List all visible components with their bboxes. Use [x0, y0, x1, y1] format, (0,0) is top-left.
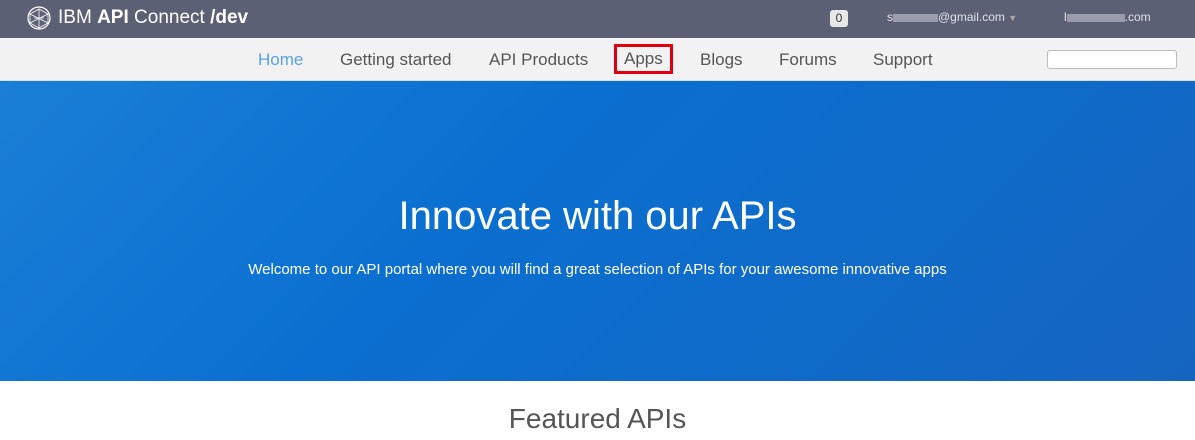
brand-logo[interactable]: IBM API Connect /dev	[26, 5, 248, 31]
caret-down-icon: ▼	[1008, 13, 1018, 23]
featured-apis-heading: Featured APIs	[508, 403, 687, 434]
nav-forums[interactable]: Forums	[779, 50, 837, 70]
nav-apps[interactable]: Apps	[614, 44, 673, 74]
hero-banner: Innovate with our APIs Welcome to our AP…	[0, 81, 1195, 381]
brand-bold: API	[97, 7, 129, 28]
hero-title: Innovate with our APIs	[398, 194, 797, 238]
search-input[interactable]	[1047, 50, 1177, 69]
nav-support[interactable]: Support	[873, 50, 933, 70]
main-nav: Home Getting started API Products Apps B…	[0, 38, 1195, 81]
org-end: .com	[1124, 10, 1151, 24]
redacted	[893, 13, 938, 22]
user-menu[interactable]: s @gmail.com ▼	[887, 10, 1017, 24]
nav-blogs[interactable]: Blogs	[700, 50, 743, 70]
brand-mid: Connect	[128, 7, 205, 28]
ibm-globe-icon	[27, 6, 51, 30]
brand-prefix: IBM	[58, 7, 92, 28]
org-menu[interactable]: l .com	[1064, 10, 1151, 24]
notification-badge[interactable]: 0	[830, 10, 848, 27]
top-bar: IBM API Connect /dev 0 s @gmail.com ▼ l .c…	[0, 0, 1195, 38]
hero-subtitle: Welcome to our API portal where you will…	[248, 261, 947, 278]
redacted	[1066, 13, 1125, 22]
email-end: @gmail.com	[938, 10, 1005, 24]
nav-api-products[interactable]: API Products	[489, 50, 588, 70]
nav-home[interactable]: Home	[258, 50, 303, 70]
brand-suffix: /dev	[210, 7, 249, 28]
nav-getting-started[interactable]: Getting started	[340, 50, 452, 70]
